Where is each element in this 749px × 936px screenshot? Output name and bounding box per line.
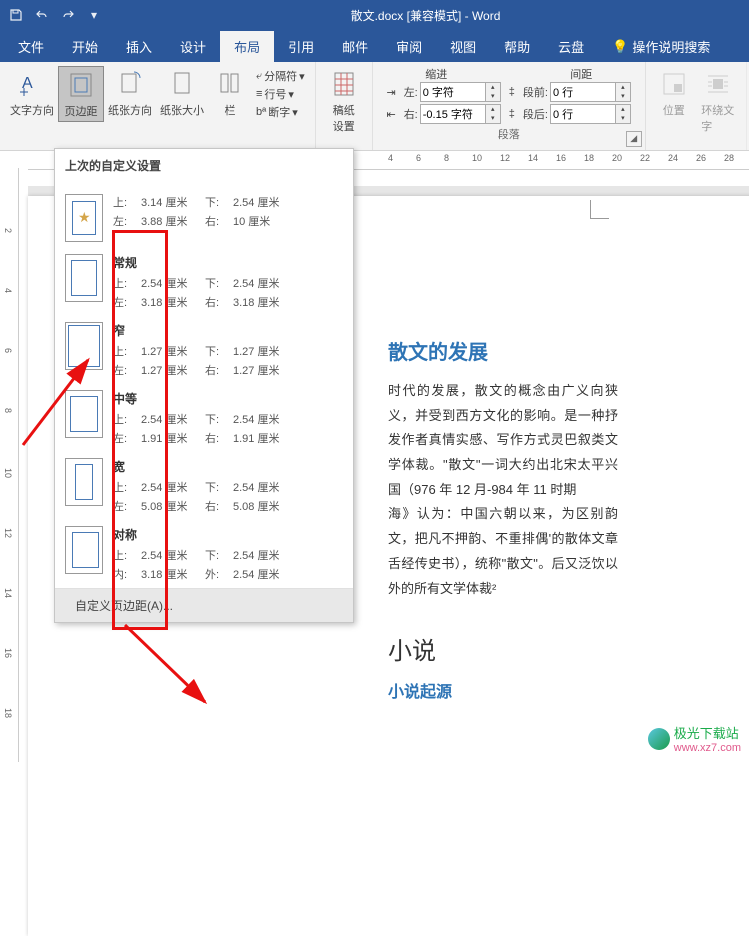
columns-button[interactable]: 栏	[208, 66, 252, 122]
hyphenation-button[interactable]: bª断字 ▾	[256, 104, 305, 120]
line-numbers-button[interactable]: ≡行号 ▾	[256, 86, 305, 102]
doc-paragraph[interactable]: 海》认为：中国六朝以来，为区别韵文，把凡不押韵、不重排偶'的散体文章舌经传史书）…	[388, 502, 618, 601]
tab-help[interactable]: 帮助	[490, 31, 544, 62]
orientation-button[interactable]: 纸张方向	[104, 66, 156, 122]
preset-wide[interactable]: 宽 上:2.54 厘米下:2.54 厘米 左:5.08 厘米右:5.08 厘米	[55, 452, 353, 520]
undo-icon[interactable]	[30, 3, 54, 27]
tab-insert[interactable]: 插入	[112, 31, 166, 62]
breaks-icon: ⤶	[256, 70, 262, 83]
indent-left-input[interactable]: ▴▾	[420, 82, 501, 102]
watermark-icon	[648, 728, 670, 750]
doc-paragraph[interactable]: 时代的发展，散文的概念由广义向狭义，并受到西方文化的影响。是一种抒发作者真情实感…	[388, 379, 618, 502]
spacing-after-icon: ‡	[509, 108, 515, 120]
hyphenation-icon: bª	[256, 106, 266, 118]
preset-icon	[65, 322, 103, 370]
window-title: 散文.docx [兼容模式] - Word	[106, 7, 745, 24]
quick-access-toolbar: ▾	[4, 3, 106, 27]
wrap-text-icon	[702, 68, 734, 100]
manuscript-icon	[328, 68, 360, 100]
margin-corner-marker	[590, 200, 609, 219]
paragraph-dialog-launcher-icon[interactable]: ◢	[626, 131, 642, 147]
preset-normal[interactable]: 常规 上:2.54 厘米下:2.54 厘米 左:3.18 厘米右:3.18 厘米	[55, 248, 353, 316]
indent-right-input[interactable]: ▴▾	[420, 104, 501, 124]
custom-margins-button[interactable]: 自定义页边距(A)...	[55, 588, 353, 622]
tab-view[interactable]: 视图	[436, 31, 490, 62]
breaks-button[interactable]: ⤶分隔符 ▾	[256, 68, 305, 84]
preset-icon	[65, 390, 103, 438]
tab-references[interactable]: 引用	[274, 31, 328, 62]
last-custom-label: 上次的自定义设置	[65, 157, 343, 174]
line-numbers-icon: ≡	[256, 88, 262, 100]
margins-button[interactable]: 页边距	[58, 66, 104, 122]
preset-narrow[interactable]: 窄 上:1.27 厘米下:1.27 厘米 左:1.27 厘米右:1.27 厘米	[55, 316, 353, 384]
preset-icon	[65, 254, 103, 302]
doc-heading-2[interactable]: 小说	[388, 631, 749, 666]
margins-icon	[65, 69, 97, 101]
text-direction-button[interactable]: A文字方向	[6, 66, 58, 122]
tab-file[interactable]: 文件	[4, 31, 58, 62]
size-icon	[166, 68, 198, 100]
watermark: 极光下载站 www.xz7.com	[648, 723, 741, 754]
group-paragraph: 缩进间距 ⇥ 左:▴▾ ‡ 段前:▴▾ ⇤ 右:▴▾ ‡ 段后:▴▾ 段落 ◢	[373, 62, 646, 150]
doc-heading-1[interactable]: 散文的发展	[388, 336, 749, 365]
indent-right-icon: ⇤	[386, 108, 395, 121]
spacing-before-icon: ‡	[509, 86, 515, 98]
vertical-ruler[interactable]: 2 4 6 8 10 12 14 16 18	[0, 168, 19, 762]
title-bar: ▾ 散文.docx [兼容模式] - Word	[0, 0, 749, 30]
wrap-text-button: 环绕文 字	[696, 66, 740, 136]
tab-layout[interactable]: 布局	[220, 31, 274, 62]
preset-last-custom[interactable]: ★ 上:3.14 厘米下:2.54 厘米 左:3.88 厘米右:10 厘米	[55, 188, 353, 248]
manuscript-button[interactable]: 稿纸 设置	[322, 66, 366, 136]
redo-icon[interactable]	[56, 3, 80, 27]
position-icon	[658, 68, 690, 100]
indent-left-icon: ⇥	[386, 86, 395, 99]
tab-review[interactable]: 审阅	[382, 31, 436, 62]
preset-icon	[65, 458, 103, 506]
size-button[interactable]: 纸张大小	[156, 66, 208, 122]
position-button: 位置	[652, 66, 696, 136]
preset-icon: ★	[65, 194, 103, 242]
tab-home[interactable]: 开始	[58, 31, 112, 62]
spacing-after-input[interactable]: ▴▾	[550, 104, 631, 124]
tab-cloud[interactable]: 云盘	[544, 31, 598, 62]
preset-mirrored[interactable]: 对称 上:2.54 厘米下:2.54 厘米 内:3.18 厘米外:2.54 厘米	[55, 520, 353, 588]
star-icon: ★	[78, 209, 91, 226]
tab-design[interactable]: 设计	[166, 31, 220, 62]
text-direction-icon: A	[16, 68, 48, 100]
group-manuscript: 稿纸 设置	[316, 62, 373, 150]
ribbon: A文字方向 页边距 纸张方向 纸张大小 栏 ⤶分隔符 ▾ ≡行号 ▾ bª断字 …	[0, 62, 749, 151]
group-arrange: 位置 环绕文 字	[646, 62, 747, 150]
spacing-before-input[interactable]: ▴▾	[550, 82, 631, 102]
tell-me[interactable]: 💡 操作说明搜索	[598, 31, 724, 62]
ribbon-tabs: 文件 开始 插入 设计 布局 引用 邮件 审阅 视图 帮助 云盘 💡 操作说明搜…	[0, 30, 749, 62]
orientation-icon	[114, 68, 146, 100]
qat-more-icon[interactable]: ▾	[82, 3, 106, 27]
preset-medium[interactable]: 中等 上:2.54 厘米下:2.54 厘米 左:1.91 厘米右:1.91 厘米	[55, 384, 353, 452]
save-icon[interactable]	[4, 3, 28, 27]
doc-heading-3[interactable]: 小说起源	[388, 678, 749, 702]
group-page-setup-left: A文字方向 页边距 纸张方向 纸张大小 栏 ⤶分隔符 ▾ ≡行号 ▾ bª断字 …	[0, 62, 316, 150]
columns-icon	[214, 68, 246, 100]
tab-mailings[interactable]: 邮件	[328, 31, 382, 62]
margins-dropdown: 上次的自定义设置 ★ 上:3.14 厘米下:2.54 厘米 左:3.88 厘米右…	[54, 148, 354, 623]
preset-icon	[65, 526, 103, 574]
